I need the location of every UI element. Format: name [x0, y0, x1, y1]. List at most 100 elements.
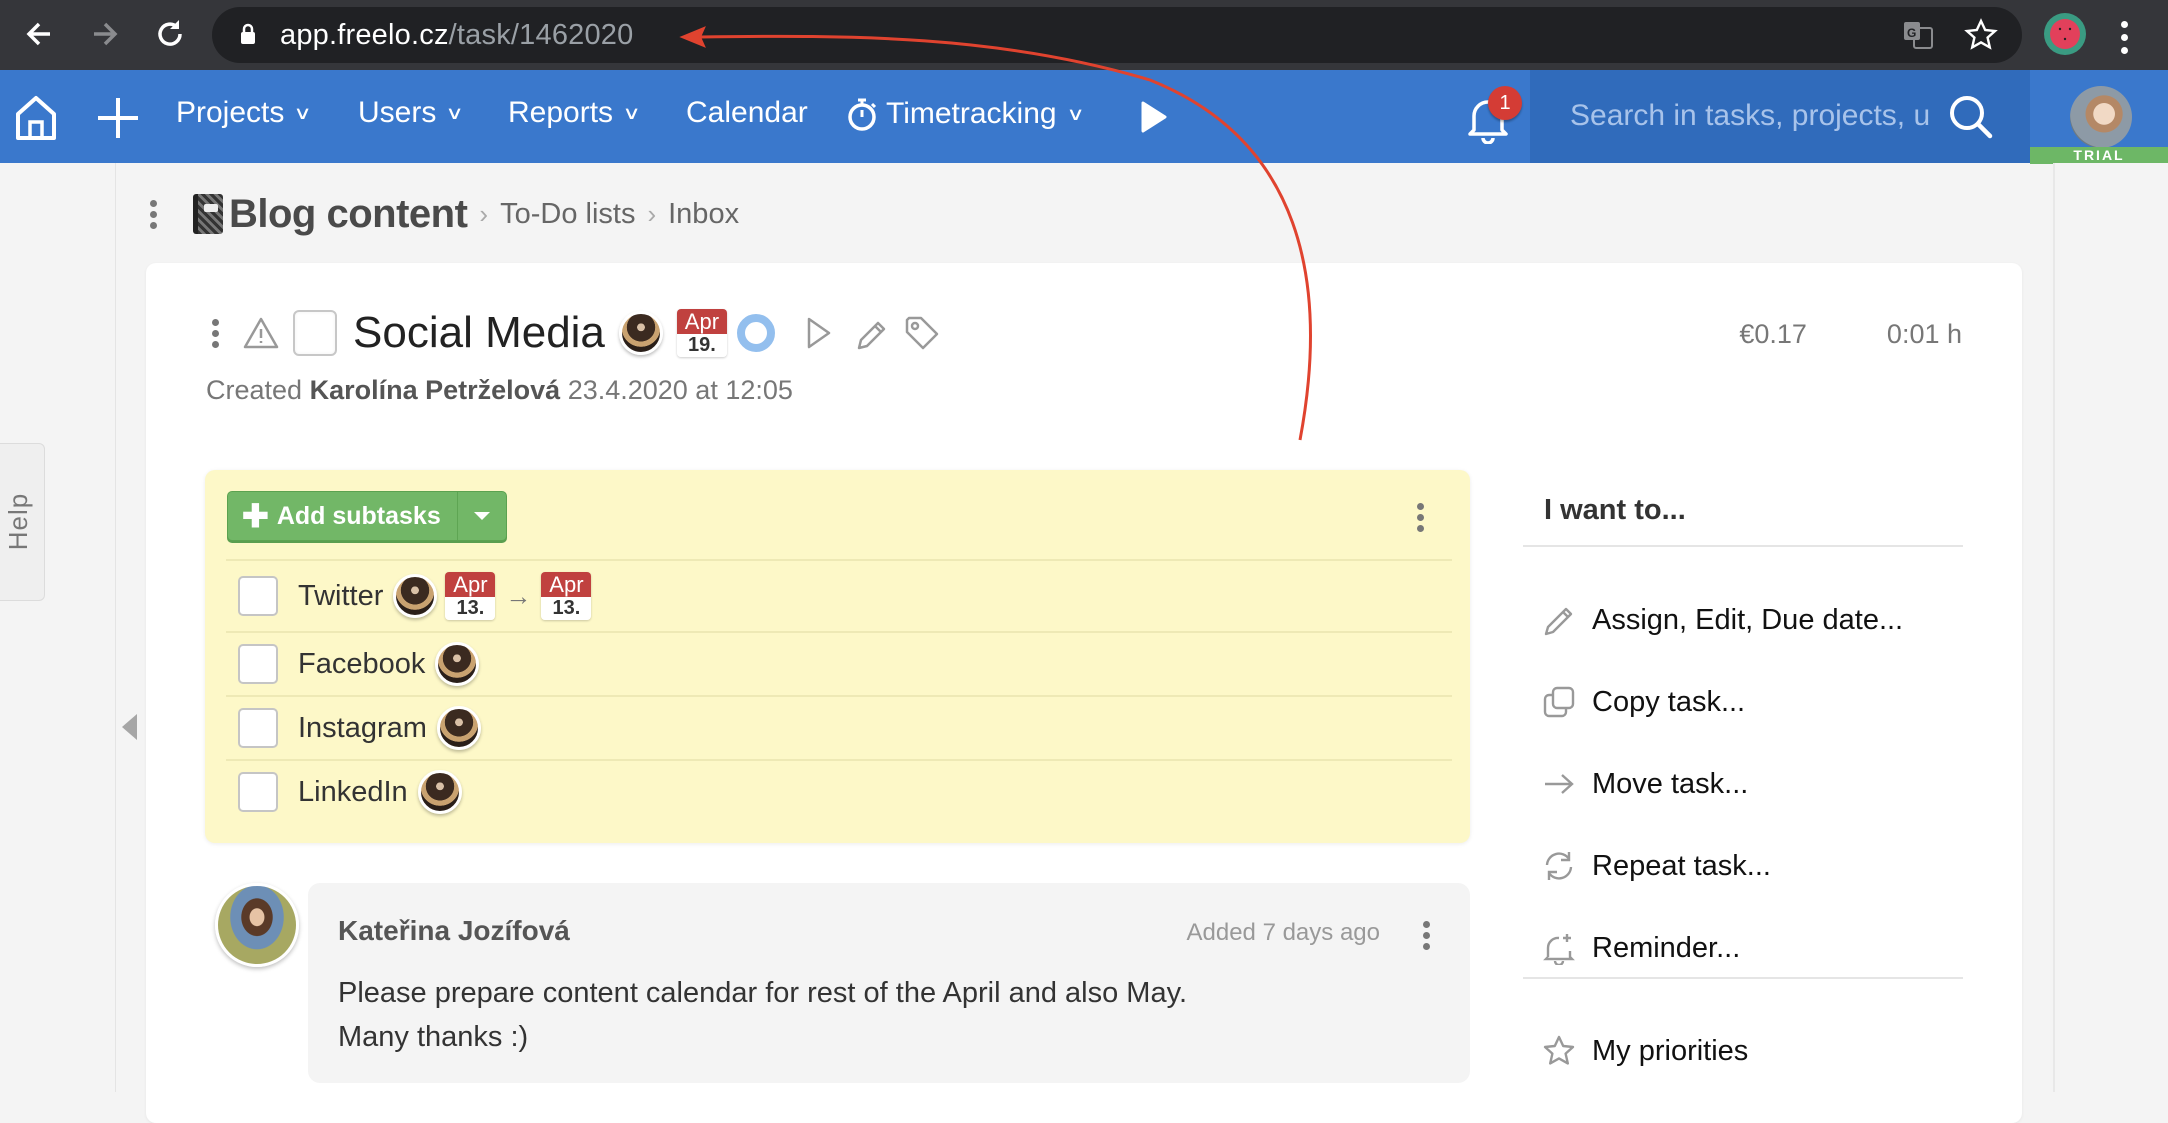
comment: Kateřina Jozífová Added 7 days ago Pleas…	[308, 883, 1470, 1083]
breadcrumb-project[interactable]: Blog content	[229, 192, 468, 237]
action-reminder[interactable]: Reminder...	[1542, 925, 1740, 971]
task-menu-button[interactable]	[212, 318, 219, 348]
pencil-icon[interactable]	[851, 314, 889, 352]
app-navbar: Projects ∨ Users ∨ Reports ∨ Calendar Timet…	[0, 70, 2168, 164]
created-prefix: Created	[206, 375, 303, 405]
subtasks-panel: ✚ Add subtasks Twitter Apr 13. → Apr 13. …	[205, 470, 1470, 843]
task-title[interactable]: Social Media	[353, 308, 605, 358]
nav-reports-label: Reports	[508, 96, 614, 129]
forward-button[interactable]	[84, 14, 124, 54]
breadcrumb-todo-lists[interactable]: To-Do lists	[500, 198, 635, 231]
subtask-checkbox[interactable]	[238, 576, 278, 616]
trial-badge: TRIAL	[2030, 147, 2168, 164]
url-host: app.freelo.cz	[280, 19, 449, 51]
bookmark-star-icon[interactable]	[1964, 18, 1998, 52]
add-subtasks-label: Add subtasks	[276, 501, 441, 530]
chevron-down-icon: ∨	[622, 102, 641, 123]
comment-time: Added 7 days ago	[1186, 919, 1381, 946]
subtask-assignee-avatar[interactable]	[417, 770, 462, 814]
star-icon	[1543, 1035, 1575, 1065]
nav-calendar[interactable]: Calendar	[686, 96, 808, 130]
nav-users[interactable]: Users ∨	[358, 96, 465, 130]
subtasks-menu-button[interactable]	[1417, 503, 1424, 532]
help-tab[interactable]: Help	[0, 443, 45, 601]
nav-timetracking[interactable]: Timetracking ∨	[846, 96, 1085, 132]
action-copy-task[interactable]: Copy task...	[1542, 679, 1745, 725]
comment-author: Kateřina Jozífová	[338, 915, 570, 946]
breadcrumb-inbox[interactable]: Inbox	[668, 198, 739, 231]
action-label: Repeat task...	[1592, 849, 1771, 882]
created-info: Created Karolína Petrželová 23.4.2020 at…	[206, 375, 793, 406]
start-month: Apr	[445, 572, 496, 597]
subtask-assignee-avatar[interactable]	[436, 706, 481, 750]
lock-icon	[241, 23, 255, 44]
action-repeat-task[interactable]: Repeat task...	[1542, 843, 1771, 889]
notebook-icon	[193, 194, 223, 234]
arrow-left-icon	[26, 22, 50, 46]
chevron-down-icon: ∨	[1065, 103, 1085, 124]
search-input[interactable]	[1570, 92, 1950, 140]
notifications-button[interactable]: 1	[1466, 86, 1522, 145]
action-label: Move task...	[1592, 767, 1749, 800]
play-icon[interactable]	[799, 314, 837, 352]
start-day: 13.	[445, 597, 496, 620]
url-path: /task/1462020	[448, 19, 634, 51]
task-complete-checkbox[interactable]	[293, 310, 337, 356]
svg-text:G: G	[1907, 26, 1916, 40]
repeat-icon	[1545, 852, 1573, 880]
browser-menu-button[interactable]	[2121, 21, 2128, 54]
subtask-checkbox[interactable]	[238, 644, 278, 684]
subtask-start-date[interactable]: Apr 13.	[445, 572, 496, 620]
subtask-name[interactable]: Facebook	[298, 648, 425, 681]
extension-watermelon-icon[interactable]	[2043, 12, 2087, 56]
assignee-avatar[interactable]	[618, 311, 663, 355]
copy-icon	[1543, 686, 1575, 718]
progress-ring-icon[interactable]	[736, 314, 775, 352]
subtask-end-date[interactable]: Apr 13.	[541, 572, 592, 620]
url-text: app.freelo.cz/task/1462020	[280, 19, 633, 52]
comment-menu-button[interactable]	[1423, 921, 1430, 950]
search-icon[interactable]	[1948, 94, 1994, 140]
play-timer-icon[interactable]	[1140, 100, 1168, 134]
reload-button[interactable]	[150, 14, 190, 54]
subtask-name[interactable]: Twitter	[298, 580, 383, 613]
translate-icon[interactable]: G	[1902, 18, 1936, 52]
help-label: Help	[3, 492, 34, 551]
nav-reports[interactable]: Reports ∨	[508, 96, 641, 130]
action-label: Copy task...	[1592, 685, 1746, 718]
actions-title: I want to...	[1544, 494, 1686, 526]
home-icon[interactable]	[14, 94, 58, 142]
subtask-assignee-avatar[interactable]	[393, 574, 438, 618]
warning-icon[interactable]	[243, 316, 279, 350]
action-my-priorities[interactable]: My priorities	[1542, 1028, 1748, 1074]
back-button[interactable]	[20, 14, 60, 54]
due-date-chip[interactable]: Apr 19.	[676, 309, 727, 357]
arrow-right-icon: →	[505, 580, 532, 611]
address-bar[interactable]: app.freelo.cz/task/1462020 G	[212, 7, 2022, 63]
subtask-name[interactable]: Instagram	[298, 712, 427, 745]
bell-plus-icon	[1543, 934, 1575, 965]
add-subtasks-button[interactable]: ✚ Add subtasks	[228, 492, 458, 540]
action-move-task[interactable]: Move task...	[1542, 761, 1748, 807]
subtask-name[interactable]: LinkedIn	[298, 776, 408, 809]
subtask-checkbox[interactable]	[238, 772, 278, 812]
tag-icon[interactable]	[903, 314, 941, 352]
add-subtasks-dropdown[interactable]	[458, 492, 506, 540]
user-menu[interactable]: TRIAL	[2030, 70, 2168, 164]
comment-author-avatar[interactable]	[215, 883, 299, 967]
action-label: My priorities	[1592, 1034, 1749, 1067]
collapse-sidebar-arrow-icon[interactable]	[122, 714, 137, 740]
subtask-checkbox[interactable]	[238, 708, 278, 748]
action-assign-edit[interactable]: Assign, Edit, Due date...	[1542, 597, 1903, 643]
nav-calendar-label: Calendar	[686, 96, 808, 129]
divider	[1523, 545, 1963, 547]
breadcrumb: Blog content › To-Do lists › Inbox	[150, 188, 739, 240]
subtask-assignee-avatar[interactable]	[435, 642, 480, 686]
project-menu-button[interactable]	[150, 199, 157, 229]
arrow-right-icon	[1545, 774, 1574, 794]
due-day: 19.	[676, 334, 727, 357]
plus-icon[interactable]	[96, 96, 140, 140]
nav-projects[interactable]: Projects ∨	[176, 96, 312, 130]
task-meta: €0.17 0:01 h	[1739, 319, 1962, 350]
chevron-down-icon: ∨	[445, 102, 465, 123]
